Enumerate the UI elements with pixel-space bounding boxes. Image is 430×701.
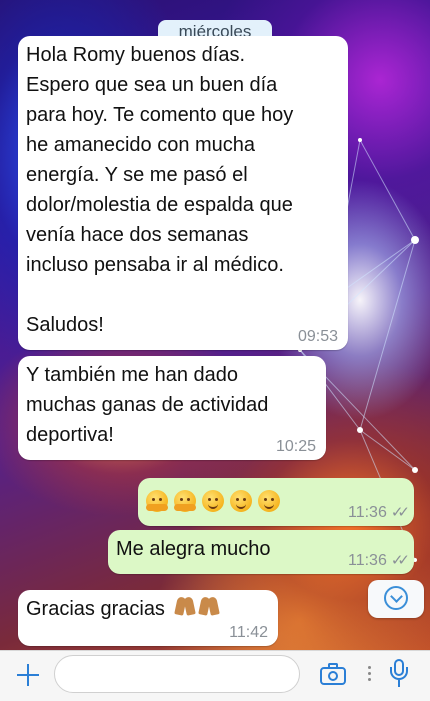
message-outgoing[interactable]: Me alegra mucho 11:36 ✓✓	[108, 530, 414, 574]
chevron-down-icon	[384, 586, 408, 610]
scroll-to-bottom-button[interactable]	[368, 580, 424, 618]
message-time: 10:25	[275, 438, 316, 455]
smiling-face-emoji-icon	[202, 489, 224, 512]
message-time: 11:36 ✓✓	[348, 504, 410, 521]
message-text-row: Gracias gracias	[26, 594, 219, 624]
message-time: 09:53	[297, 328, 338, 345]
plus-icon[interactable]	[14, 661, 42, 689]
message-input[interactable]	[54, 655, 300, 693]
message-incoming[interactable]: Y también me han dado muchas ganas de ac…	[18, 356, 326, 460]
message-incoming[interactable]: Gracias gracias 11:42	[18, 590, 278, 646]
message-outgoing[interactable]: 11:36 ✓✓	[138, 478, 414, 526]
folded-hands-emoji-icon	[199, 595, 219, 617]
input-bar	[0, 650, 430, 701]
message-text: Hola Romy buenos días. Espero que sea un…	[26, 44, 294, 336]
smiling-face-emoji-icon	[230, 489, 252, 512]
hugging-face-emoji-icon	[146, 489, 168, 512]
smiling-face-emoji-icon	[258, 489, 280, 512]
double-check-icon: ✓✓	[390, 504, 410, 521]
message-time: 11:36 ✓✓	[348, 552, 410, 569]
more-dots-icon[interactable]	[368, 663, 372, 685]
message-text: Gracias gracias	[26, 598, 165, 620]
microphone-icon[interactable]	[388, 659, 410, 689]
camera-icon[interactable]	[320, 663, 348, 685]
folded-hands-emoji-icon	[175, 595, 195, 617]
message-incoming[interactable]: Hola Romy buenos días. Espero que sea un…	[18, 36, 348, 350]
message-time: 11:42	[229, 624, 268, 641]
hugging-face-emoji-icon	[174, 489, 196, 512]
message-text: Y también me han dado muchas ganas de ac…	[26, 364, 269, 446]
emoji-row	[146, 485, 286, 515]
message-text: Me alegra mucho	[116, 538, 271, 560]
double-check-icon: ✓✓	[390, 552, 410, 569]
